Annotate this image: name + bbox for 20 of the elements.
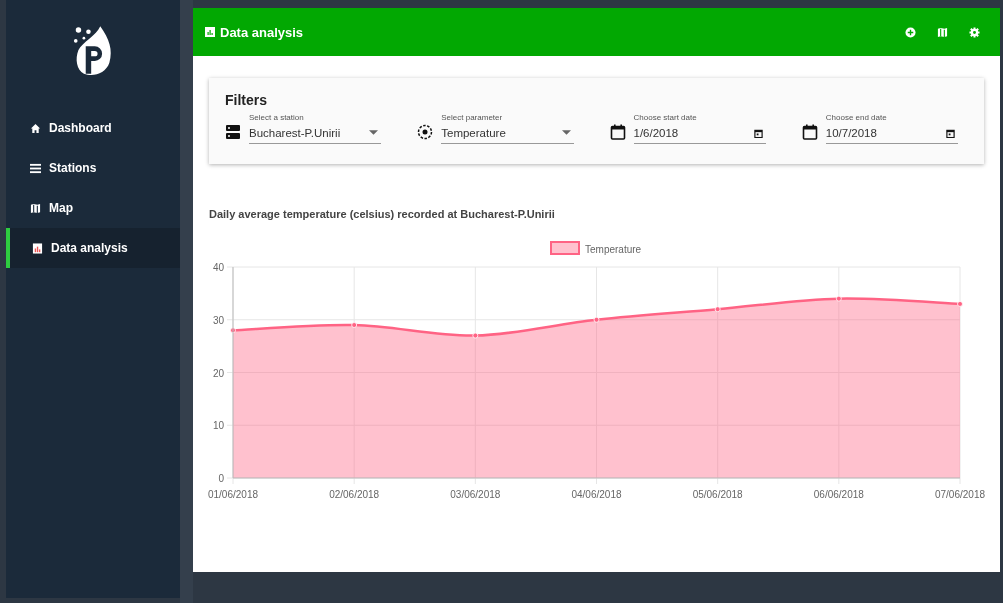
x-tick-label: 06/06/2018 xyxy=(813,489,864,500)
field-label: Select a station xyxy=(249,113,305,122)
x-tick-label: 03/06/2018 xyxy=(450,489,501,500)
y-tick-label: 30 xyxy=(212,314,224,326)
field-label: Select parameter xyxy=(441,113,504,122)
x-tick-label: 01/06/2018 xyxy=(207,489,259,500)
x-tick-label: 07/06/2018 xyxy=(934,489,986,500)
field-label: Choose start date xyxy=(633,113,698,122)
page-title: Data analysis xyxy=(220,24,304,40)
x-tick-label: 04/06/2018 xyxy=(571,489,622,500)
y-tick-label: 20 xyxy=(212,367,224,379)
legend-label: Temperature xyxy=(585,244,642,255)
filters-title: Filters xyxy=(225,92,268,108)
field-label: Choose end date xyxy=(825,113,888,122)
chart-title: Daily average temperature (celsius) recorded at Bucharest-P.Unirii xyxy=(209,208,556,220)
y-tick-label: 40 xyxy=(212,262,224,273)
y-tick-label: 10 xyxy=(212,420,224,432)
x-tick-label: 05/06/2018 xyxy=(692,489,743,500)
y-tick-label: 0 xyxy=(218,473,224,484)
x-tick-label: 02/06/2018 xyxy=(329,489,380,500)
